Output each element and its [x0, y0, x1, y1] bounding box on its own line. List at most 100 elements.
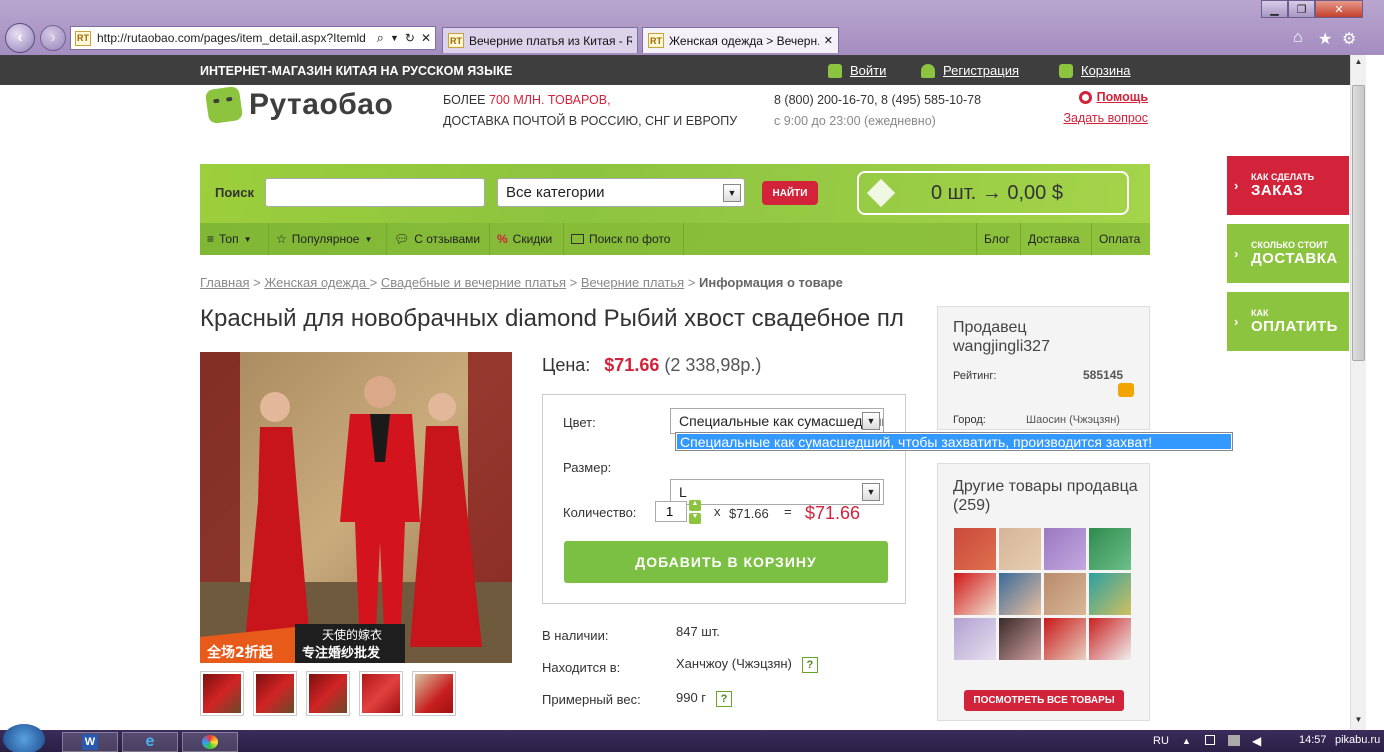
- word-taskbar-icon[interactable]: W: [62, 732, 118, 752]
- color-option-tooltip[interactable]: Специальные как сумасшедший, чтобы захва…: [675, 432, 1233, 451]
- register-link[interactable]: Регистрация: [921, 63, 1019, 78]
- address-bar[interactable]: RT http://rutaobao.com/pages/item_detail…: [70, 26, 436, 50]
- nav-reviews[interactable]: 💬︎ С отзывами: [387, 223, 490, 255]
- delivery-cost-tab[interactable]: › СКОЛЬКО СТОИТ ДОСТАВКА: [1227, 224, 1349, 283]
- seller-product-thumbnail[interactable]: [1044, 618, 1086, 660]
- help-icon[interactable]: ?: [716, 691, 733, 707]
- seller-product-thumbnail[interactable]: [1044, 573, 1086, 615]
- seller-product-thumbnail[interactable]: [1044, 528, 1086, 570]
- breadcrumb-link[interactable]: Вечерние платья: [581, 275, 684, 290]
- nav-photo-search[interactable]: Поиск по фото: [564, 223, 684, 255]
- product-thumbnail[interactable]: [253, 671, 297, 716]
- arrow-up-icon[interactable]: ▲: [689, 500, 701, 511]
- seller-product-thumbnail[interactable]: [1089, 618, 1131, 660]
- location-row: Ханчжоу (Чжэцзян)?: [676, 656, 818, 673]
- city-label: Город:: [953, 414, 986, 426]
- tab-favicon: RT: [648, 33, 664, 48]
- scrollbar-thumb[interactable]: [1352, 85, 1365, 361]
- tray-flag-icon[interactable]: [1205, 735, 1215, 745]
- product-thumbnail[interactable]: [359, 671, 403, 716]
- volume-icon[interactable]: ◀: [1252, 734, 1261, 748]
- how-to-order-tab[interactable]: › КАК СДЕЛАТЬ ЗАКАЗ: [1227, 156, 1349, 215]
- nav-popular[interactable]: ☆ Популярное ▼: [269, 223, 387, 255]
- home-icon[interactable]: ⌂: [1293, 29, 1303, 47]
- help-link[interactable]: Помощь: [1097, 87, 1148, 108]
- dropdown-icon[interactable]: ▼: [390, 33, 399, 43]
- ask-question-link[interactable]: Задать вопрос: [1058, 108, 1148, 129]
- product-image[interactable]: 全场2折起 天使的嫁衣 专注婚纱批发: [200, 352, 512, 663]
- seller-product-thumbnail[interactable]: [1089, 573, 1131, 615]
- site-logo[interactable]: Рутаобао: [204, 85, 393, 125]
- close-window-button[interactable]: ✕: [1315, 0, 1363, 18]
- stop-icon[interactable]: ✕: [421, 31, 435, 45]
- paint-taskbar-icon[interactable]: [182, 732, 238, 752]
- vertical-scrollbar[interactable]: ▲ ▼: [1350, 55, 1366, 730]
- price-label: Цена:: [542, 355, 591, 375]
- nav-payment[interactable]: Оплата: [1092, 223, 1150, 255]
- arrow-down-icon[interactable]: ▼: [689, 513, 701, 524]
- seller-product-thumbnail[interactable]: [999, 528, 1041, 570]
- tab-2[interactable]: RT Женская одежда > Вечерн... ✕: [642, 27, 839, 53]
- cart-link[interactable]: Корзина: [1059, 63, 1131, 78]
- nav-delivery[interactable]: Доставка: [1021, 223, 1092, 255]
- seller-product-thumbnail[interactable]: [999, 573, 1041, 615]
- register-label: Регистрация: [943, 63, 1019, 78]
- seller-product-thumbnail[interactable]: [1089, 528, 1131, 570]
- search-icon[interactable]: ⌕: [377, 30, 384, 46]
- start-button[interactable]: [3, 724, 45, 752]
- tab-small-label: КАК: [1251, 308, 1269, 318]
- seller-product-thumbnail[interactable]: [954, 573, 996, 615]
- size-select[interactable]: L ▼: [670, 479, 884, 505]
- close-tab-icon[interactable]: ✕: [824, 34, 833, 47]
- forward-icon[interactable]: ›: [40, 25, 66, 51]
- seller-name[interactable]: wangjingli327: [953, 338, 1050, 356]
- seller-product-thumbnail[interactable]: [999, 618, 1041, 660]
- nav-discounts[interactable]: % Скидки: [490, 223, 564, 255]
- product-thumbnail[interactable]: [412, 671, 456, 716]
- maximize-button[interactable]: ❐: [1288, 0, 1315, 18]
- view-all-products-button[interactable]: ПОСМОТРЕТЬ ВСЕ ТОВАРЫ: [964, 690, 1124, 711]
- scroll-down-icon[interactable]: ▼: [1352, 715, 1365, 727]
- color-select[interactable]: Специальные как сумасшедший, чтобы захва…: [670, 408, 884, 434]
- ie-taskbar-icon[interactable]: e: [122, 732, 178, 752]
- search-button[interactable]: НАЙТИ: [762, 181, 818, 205]
- breadcrumb-link[interactable]: Главная: [200, 275, 249, 290]
- nav-blog[interactable]: Блог: [976, 223, 1021, 255]
- product-thumbnail[interactable]: [200, 671, 244, 716]
- qty-times: x: [714, 504, 721, 519]
- refresh-icon[interactable]: ↻: [405, 31, 415, 45]
- rating-label: Рейтинг:: [953, 370, 997, 382]
- qty-input[interactable]: [655, 501, 687, 522]
- back-icon[interactable]: ‹: [5, 23, 35, 53]
- qty-stepper[interactable]: ▲ ▼: [689, 500, 701, 524]
- breadcrumb-link[interactable]: Женская одежда: [264, 275, 369, 290]
- tab-1[interactable]: RT Вечерние платья из Китая - R...: [442, 27, 638, 53]
- search-input[interactable]: [265, 178, 485, 207]
- how-to-pay-tab[interactable]: › КАК ОПЛАТИТЬ: [1227, 292, 1349, 351]
- tray-arrow-icon[interactable]: ▲: [1182, 736, 1191, 746]
- os-taskbar: W e RU ▲ ◀ 14:57 pikabu.ru: [0, 724, 1384, 752]
- seller-product-thumbnail[interactable]: [954, 528, 996, 570]
- image-icon: [571, 234, 584, 244]
- user-icon: [921, 63, 935, 78]
- site-topbar: ИНТЕРНЕТ-МАГАЗИН КИТАЯ НА РУССКОМ ЯЗЫКЕ …: [0, 55, 1366, 85]
- seller-product-thumbnail[interactable]: [954, 618, 996, 660]
- url-text[interactable]: http://rutaobao.com/pages/item_detail.as…: [97, 31, 371, 45]
- breadcrumb-link[interactable]: Свадебные и вечерние платья: [381, 275, 566, 290]
- product-thumbnail[interactable]: [306, 671, 350, 716]
- add-to-cart-button[interactable]: ДОБАВИТЬ В КОРЗИНУ: [564, 541, 888, 583]
- network-icon[interactable]: [1228, 735, 1240, 746]
- settings-gear-icon[interactable]: ⚙: [1342, 29, 1356, 49]
- tagline: БОЛЕЕ 700 МЛН. ТОВАРОВ, ДОСТАВКА ПОЧТОЙ …: [443, 90, 737, 132]
- minimize-button[interactable]: ▁: [1261, 0, 1288, 18]
- language-indicator[interactable]: RU: [1153, 735, 1169, 747]
- nav-top[interactable]: ≡ Топ ▼: [200, 223, 269, 255]
- category-select[interactable]: Все категории ▼: [497, 178, 745, 207]
- clock[interactable]: 14:57: [1299, 734, 1327, 746]
- scroll-up-icon[interactable]: ▲: [1352, 57, 1365, 69]
- help-icon[interactable]: ?: [801, 657, 818, 673]
- favorites-icon[interactable]: ★: [1318, 29, 1332, 49]
- mini-cart[interactable]: 0 шт. → 0,00 $: [857, 171, 1129, 215]
- login-link[interactable]: Войти: [828, 63, 886, 78]
- category-value: Все категории: [506, 184, 605, 201]
